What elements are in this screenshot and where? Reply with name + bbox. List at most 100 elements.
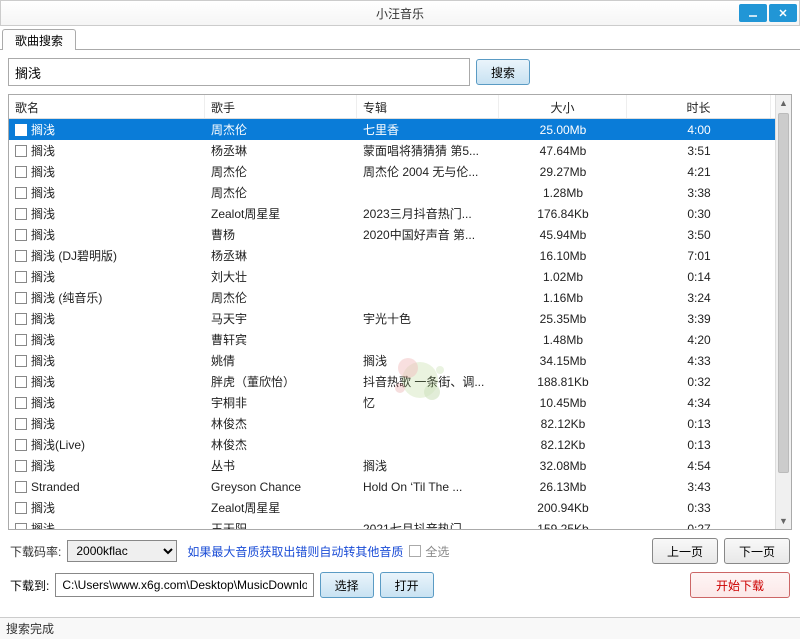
- download-path-input[interactable]: [55, 573, 313, 597]
- cell-duration: 0:30: [627, 207, 771, 221]
- bitrate-select[interactable]: 2000kflac: [67, 540, 177, 562]
- cell-album: 忆: [357, 394, 499, 411]
- col-artist[interactable]: 歌手: [205, 95, 357, 118]
- table-row[interactable]: 搁浅(Live)林俊杰82.12Kb0:13: [9, 434, 775, 455]
- row-checkbox[interactable]: [15, 334, 27, 346]
- table-row[interactable]: 搁浅宇桐非忆10.45Mb4:34: [9, 392, 775, 413]
- cell-size: 1.48Mb: [499, 333, 627, 347]
- scrollbar[interactable]: ▲ ▼: [775, 95, 791, 529]
- cell-name: 搁浅: [31, 520, 55, 529]
- cell-artist: 丛书: [205, 457, 357, 474]
- table-row[interactable]: 搁浅Zealot周星星200.94Kb0:33: [9, 497, 775, 518]
- cell-artist: 林俊杰: [205, 415, 357, 432]
- bitrate-label: 下载码率:: [10, 543, 61, 560]
- table-row[interactable]: 搁浅 林俊杰 82.12Kb0:13: [9, 413, 775, 434]
- row-checkbox[interactable]: [15, 145, 27, 157]
- cell-size: 34.15Mb: [499, 354, 627, 368]
- cell-artist: Zealot周星星: [205, 205, 357, 222]
- cell-duration: 3:39: [627, 312, 771, 326]
- cell-size: 29.27Mb: [499, 165, 627, 179]
- cell-size: 82.12Kb: [499, 417, 627, 431]
- cell-duration: 0:13: [627, 417, 771, 431]
- row-checkbox[interactable]: [15, 187, 27, 199]
- table-header: 歌名 歌手 专辑 大小 时长: [9, 95, 775, 119]
- row-checkbox[interactable]: [15, 355, 27, 367]
- cell-duration: 3:51: [627, 144, 771, 158]
- row-checkbox[interactable]: [15, 460, 27, 472]
- next-page-button[interactable]: 下一页: [724, 538, 790, 564]
- cell-name: 搁浅 (DJ碧明版): [31, 247, 117, 264]
- table-row[interactable]: 搁浅周杰伦周杰伦 2004 无与伦...29.27Mb4:21: [9, 161, 775, 182]
- table-row[interactable]: 搁浅马天宇宇光十色25.35Mb3:39: [9, 308, 775, 329]
- row-checkbox[interactable]: [15, 271, 27, 283]
- cell-name: 搁浅: [31, 457, 55, 474]
- table-row[interactable]: 搁浅 (DJ碧明版)杨丞琳16.10Mb7:01: [9, 245, 775, 266]
- scroll-thumb[interactable]: [778, 113, 789, 473]
- tab-search[interactable]: 歌曲搜索: [2, 29, 76, 50]
- cell-duration: 0:32: [627, 375, 771, 389]
- row-checkbox[interactable]: [15, 439, 27, 451]
- row-checkbox[interactable]: [15, 481, 27, 493]
- scroll-up-icon[interactable]: ▲: [776, 95, 791, 111]
- cell-album: Hold On ‘Til The ...: [357, 480, 499, 494]
- row-checkbox[interactable]: [15, 313, 27, 325]
- table-row[interactable]: 搁浅周杰伦七里香25.00Mb4:00: [9, 119, 775, 140]
- minimize-button[interactable]: [739, 4, 767, 22]
- col-size[interactable]: 大小: [499, 95, 627, 118]
- table-row[interactable]: StrandedGreyson ChanceHold On ‘Til The .…: [9, 476, 775, 497]
- cell-name: 搁浅: [31, 310, 55, 327]
- cell-duration: 0:27: [627, 522, 771, 530]
- cell-artist: 杨丞琳: [205, 247, 357, 264]
- table-row[interactable]: 搁浅胖虎（董欣怡）抖音热歌 一条街、调...188.81Kb0:32: [9, 371, 775, 392]
- cell-size: 1.16Mb: [499, 291, 627, 305]
- cell-name: 搁浅: [31, 352, 55, 369]
- tab-strip: 歌曲搜索: [0, 28, 800, 50]
- table-row[interactable]: 搁浅 (纯音乐)周杰伦1.16Mb3:24: [9, 287, 775, 308]
- row-checkbox[interactable]: [15, 229, 27, 241]
- cell-duration: 0:33: [627, 501, 771, 515]
- row-checkbox[interactable]: [15, 292, 27, 304]
- col-duration[interactable]: 时长: [627, 95, 771, 118]
- row-checkbox[interactable]: [15, 418, 27, 430]
- row-checkbox[interactable]: [15, 502, 27, 514]
- cell-size: 32.08Mb: [499, 459, 627, 473]
- table-row[interactable]: 搁浅王天阳2021七月抖音热门...159.25Kb0:27: [9, 518, 775, 529]
- cell-size: 26.13Mb: [499, 480, 627, 494]
- table-row[interactable]: 搁浅曹杨2020中国好声音 第...45.94Mb3:50: [9, 224, 775, 245]
- col-name[interactable]: 歌名: [9, 95, 205, 118]
- table-row[interactable]: 搁浅Zealot周星星2023三月抖音热门...176.84Kb0:30: [9, 203, 775, 224]
- cell-name: 搁浅: [31, 415, 55, 432]
- open-button[interactable]: 打开: [380, 572, 434, 598]
- start-download-button[interactable]: 开始下载: [690, 572, 790, 598]
- choose-button[interactable]: 选择: [320, 572, 374, 598]
- cell-size: 1.28Mb: [499, 186, 627, 200]
- table-row[interactable]: 搁浅周杰伦1.28Mb3:38: [9, 182, 775, 203]
- search-input[interactable]: [8, 58, 470, 86]
- row-checkbox[interactable]: [15, 208, 27, 220]
- cell-name: 搁浅: [31, 121, 55, 138]
- download-to-label: 下载到:: [10, 577, 49, 594]
- row-checkbox[interactable]: [15, 523, 27, 530]
- table-row[interactable]: 搁浅杨丞琳蒙面唱将猜猜猜 第5...47.64Mb3:51: [9, 140, 775, 161]
- row-checkbox[interactable]: [15, 397, 27, 409]
- col-album[interactable]: 专辑: [357, 95, 499, 118]
- close-button[interactable]: [769, 4, 797, 22]
- cell-name: 搁浅(Live): [31, 436, 85, 453]
- search-button[interactable]: 搜索: [476, 59, 530, 85]
- cell-album: 七里香: [357, 121, 499, 138]
- prev-page-button[interactable]: 上一页: [652, 538, 718, 564]
- row-checkbox[interactable]: [15, 166, 27, 178]
- cell-size: 47.64Mb: [499, 144, 627, 158]
- scroll-down-icon[interactable]: ▼: [776, 513, 791, 529]
- select-all-checkbox[interactable]: 全选: [409, 543, 449, 560]
- row-checkbox[interactable]: [15, 250, 27, 262]
- table-row[interactable]: 搁浅丛书搁浅32.08Mb4:54: [9, 455, 775, 476]
- row-checkbox[interactable]: [15, 124, 27, 136]
- row-checkbox[interactable]: [15, 376, 27, 388]
- cell-artist: 王天阳: [205, 520, 357, 529]
- cell-album: 抖音热歌 一条街、调...: [357, 373, 499, 390]
- table-row[interactable]: 搁浅刘大壮1.02Mb0:14: [9, 266, 775, 287]
- table-row[interactable]: 搁浅曹轩宾1.48Mb4:20: [9, 329, 775, 350]
- cell-duration: 4:34: [627, 396, 771, 410]
- table-row[interactable]: 搁浅姚倩搁浅34.15Mb4:33: [9, 350, 775, 371]
